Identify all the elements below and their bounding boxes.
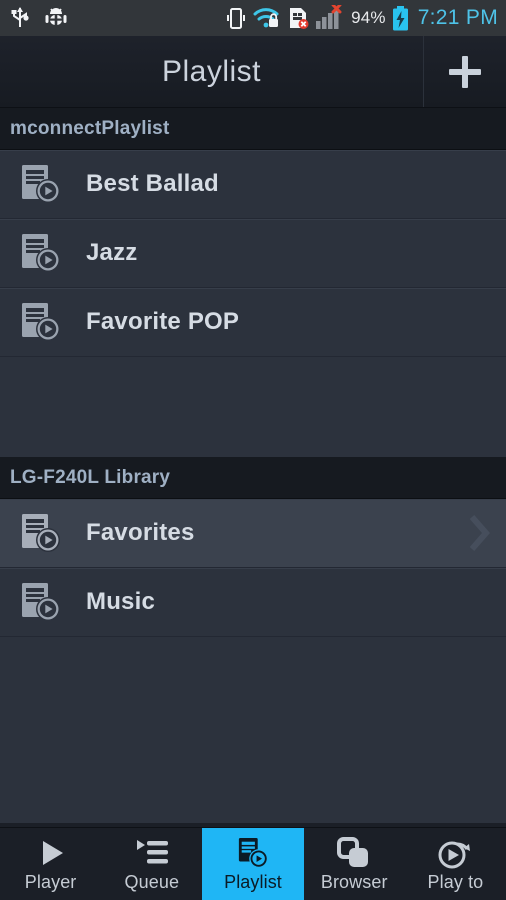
tab-player[interactable]: Player (0, 828, 101, 900)
title-bar-main: Playlist (0, 36, 423, 107)
usb-icon (10, 7, 30, 29)
list-item[interactable]: Jazz (0, 219, 506, 288)
playlist-list-0: Best Ballad Jazz Favorite POP (0, 150, 506, 357)
list-item[interactable]: Music (0, 568, 506, 637)
list-item-label: Best Ballad (86, 170, 219, 197)
page-title: Playlist (161, 54, 262, 88)
tab-label: Queue (124, 872, 180, 892)
signal-bars-icon (315, 5, 345, 31)
title-bar: Playlist (0, 36, 506, 108)
status-bar-clock: 7:21 PM (417, 6, 498, 29)
plus-icon (449, 55, 481, 88)
playlist-icon (18, 579, 64, 625)
playlist-icon (18, 230, 64, 276)
section-header-label: mconnectPlaylist (10, 117, 170, 139)
playlist-icon (237, 835, 269, 869)
list-item-label: Music (86, 588, 156, 615)
playlist-icon (18, 510, 64, 556)
wifi-lock-icon (253, 6, 281, 30)
add-playlist-button[interactable] (423, 36, 506, 107)
playlist-icon (18, 161, 64, 207)
stacked-squares-icon (337, 835, 371, 869)
queue-list-icon (134, 835, 170, 869)
battery-percent-label: 94% (351, 8, 386, 27)
chevron-right-icon (466, 511, 492, 555)
playlist-content: mconnectPlaylist Best Ballad Jazz Favori… (0, 108, 506, 823)
list-item[interactable]: Favorites (0, 499, 506, 568)
vibrate-icon (225, 6, 247, 30)
play-triangle-icon (34, 835, 68, 869)
sim-error-icon (287, 6, 309, 30)
list-item-label: Favorite POP (86, 308, 240, 335)
section-header-0: mconnectPlaylist (0, 108, 506, 150)
list-empty-space-0 (0, 357, 506, 457)
battery-charging-icon (392, 5, 409, 31)
playlist-icon (18, 299, 64, 345)
status-bar-left-icons (10, 7, 68, 29)
list-empty-space-1 (0, 637, 506, 823)
play-to-icon (437, 835, 473, 869)
tab-label: Playlist (224, 872, 282, 892)
list-item-label: Jazz (86, 239, 138, 266)
tab-label: Play to (427, 872, 484, 892)
android-debug-icon (44, 7, 68, 29)
tab-queue[interactable]: Queue (101, 828, 202, 900)
status-bar-right-icons: 94% 7:21 PM (225, 5, 498, 31)
tab-label: Browser (320, 872, 388, 892)
list-item-label: Favorites (86, 519, 195, 546)
section-header-label: LG-F240L Library (10, 466, 171, 488)
tab-label: Player (24, 872, 77, 892)
list-item[interactable]: Favorite POP (0, 288, 506, 357)
tab-playlist[interactable]: Playlist (202, 828, 304, 900)
bottom-navigation-bar: Player Queue Playlist Browser Play to (0, 827, 506, 900)
tab-browser[interactable]: Browser (304, 828, 405, 900)
status-bar: 94% 7:21 PM (0, 0, 506, 36)
playlist-list-1: Favorites Music (0, 499, 506, 637)
tab-play to[interactable]: Play to (405, 828, 506, 900)
section-header-1: LG-F240L Library (0, 457, 506, 499)
list-item[interactable]: Best Ballad (0, 150, 506, 219)
